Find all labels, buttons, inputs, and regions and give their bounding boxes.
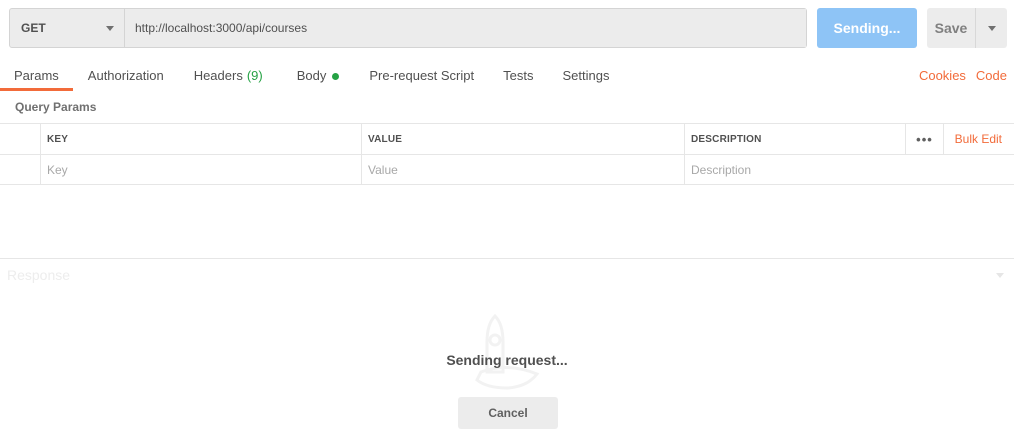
url-input[interactable]: http://localhost:3000/api/courses bbox=[125, 9, 806, 47]
tab-settings[interactable]: Settings bbox=[548, 60, 623, 91]
response-divider bbox=[0, 258, 1014, 259]
tab-authorization[interactable]: Authorization bbox=[74, 60, 178, 91]
method-label: GET bbox=[21, 21, 46, 35]
sending-request-text: Sending request... bbox=[446, 352, 568, 368]
save-button[interactable]: Save bbox=[927, 8, 976, 48]
bulk-edit-link[interactable]: Bulk Edit bbox=[955, 132, 1002, 146]
save-options-button[interactable] bbox=[976, 8, 1007, 48]
send-button-label: Sending... bbox=[833, 20, 901, 36]
chevron-down-icon[interactable] bbox=[996, 273, 1004, 278]
description-input[interactable]: Description bbox=[684, 155, 905, 184]
value-column-header: VALUE bbox=[361, 124, 684, 154]
code-link[interactable]: Code bbox=[976, 68, 1007, 83]
tab-tests[interactable]: Tests bbox=[489, 60, 547, 91]
send-button[interactable]: Sending... bbox=[817, 8, 917, 48]
cookies-link[interactable]: Cookies bbox=[919, 68, 966, 83]
tab-params[interactable]: Params bbox=[0, 60, 73, 91]
request-tabs: Params Authorization Headers (9) Body Pr… bbox=[0, 60, 623, 91]
url-value: http://localhost:3000/api/courses bbox=[135, 21, 308, 35]
headers-count: (9) bbox=[246, 68, 263, 83]
tab-label: Body bbox=[296, 68, 327, 83]
chevron-down-icon bbox=[106, 25, 114, 31]
row-checkbox-cell bbox=[0, 155, 40, 184]
tab-headers[interactable]: Headers (9) bbox=[180, 60, 277, 91]
description-column-header: DESCRIPTION bbox=[684, 124, 905, 154]
tab-pre-request-script[interactable]: Pre-request Script bbox=[355, 60, 488, 91]
chevron-down-icon bbox=[987, 25, 996, 31]
checkbox-column-header bbox=[0, 124, 40, 154]
tab-label: Settings bbox=[562, 68, 610, 83]
status-dot-icon bbox=[332, 73, 340, 80]
key-input[interactable]: Key bbox=[40, 155, 361, 184]
query-params-title: Query Params bbox=[15, 100, 97, 114]
request-bar: GET http://localhost:3000/api/courses bbox=[9, 8, 807, 48]
table-row: Key Value Description bbox=[0, 154, 1014, 185]
more-horizontal-icon: ••• bbox=[916, 131, 933, 147]
tab-label: Params bbox=[14, 68, 59, 83]
key-column-header: KEY bbox=[40, 124, 361, 154]
params-table: KEY VALUE DESCRIPTION ••• Bulk Edit Key … bbox=[0, 123, 1014, 185]
tab-label: Tests bbox=[503, 68, 534, 83]
tab-label: Authorization bbox=[87, 68, 164, 83]
method-select[interactable]: GET bbox=[10, 9, 125, 47]
value-input[interactable]: Value bbox=[361, 155, 684, 184]
response-title: Response bbox=[7, 267, 71, 283]
row-filler bbox=[905, 155, 1014, 184]
table-header-row: KEY VALUE DESCRIPTION ••• Bulk Edit bbox=[0, 123, 1014, 154]
tab-label: Pre-request Script bbox=[369, 68, 475, 83]
tab-body[interactable]: Body bbox=[283, 60, 354, 91]
more-options-button[interactable]: ••• bbox=[905, 124, 943, 154]
cancel-button[interactable]: Cancel bbox=[458, 397, 558, 429]
save-button-group: Save bbox=[927, 8, 1007, 48]
tab-label: Headers bbox=[193, 68, 243, 83]
right-links: Cookies Code bbox=[919, 68, 1007, 83]
cancel-button-label: Cancel bbox=[488, 406, 528, 420]
bulk-edit-cell: Bulk Edit bbox=[943, 124, 1014, 154]
